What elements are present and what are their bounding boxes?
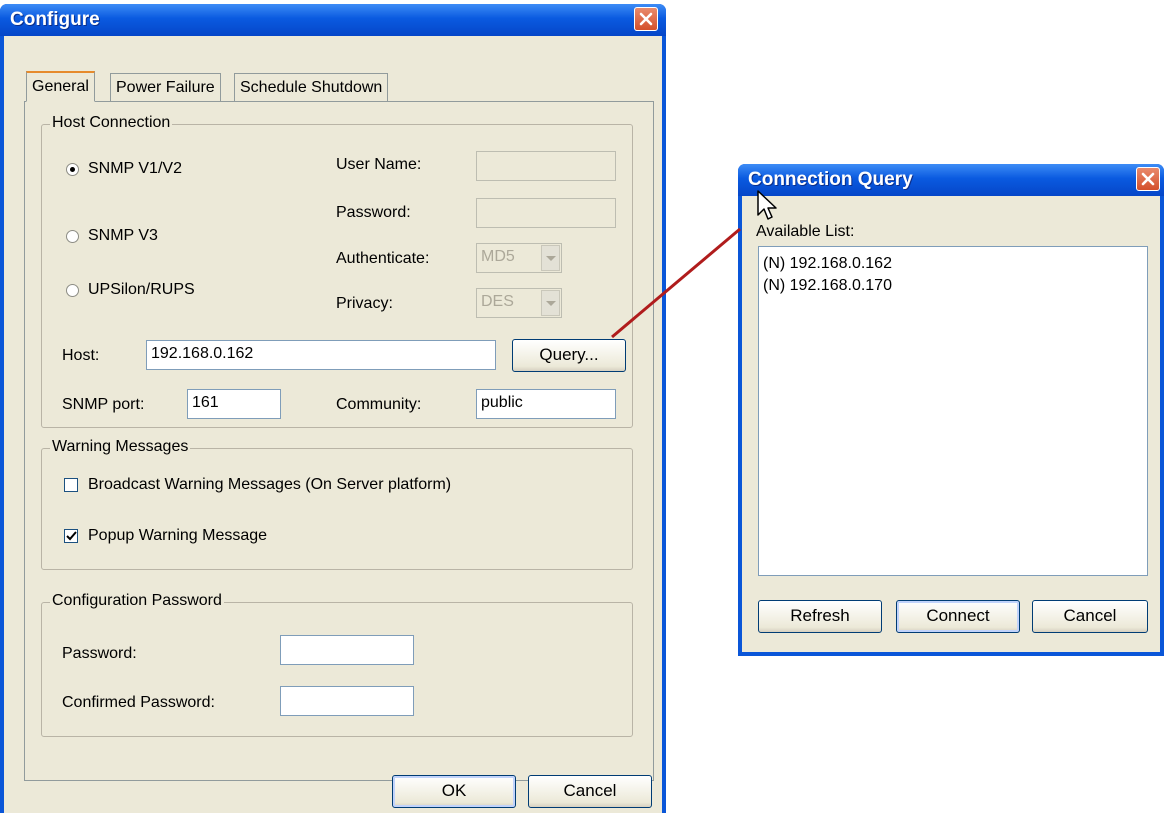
tab-general-label: General xyxy=(32,78,89,95)
connector-arrow xyxy=(611,227,741,339)
tab-general[interactable]: General xyxy=(26,71,95,102)
